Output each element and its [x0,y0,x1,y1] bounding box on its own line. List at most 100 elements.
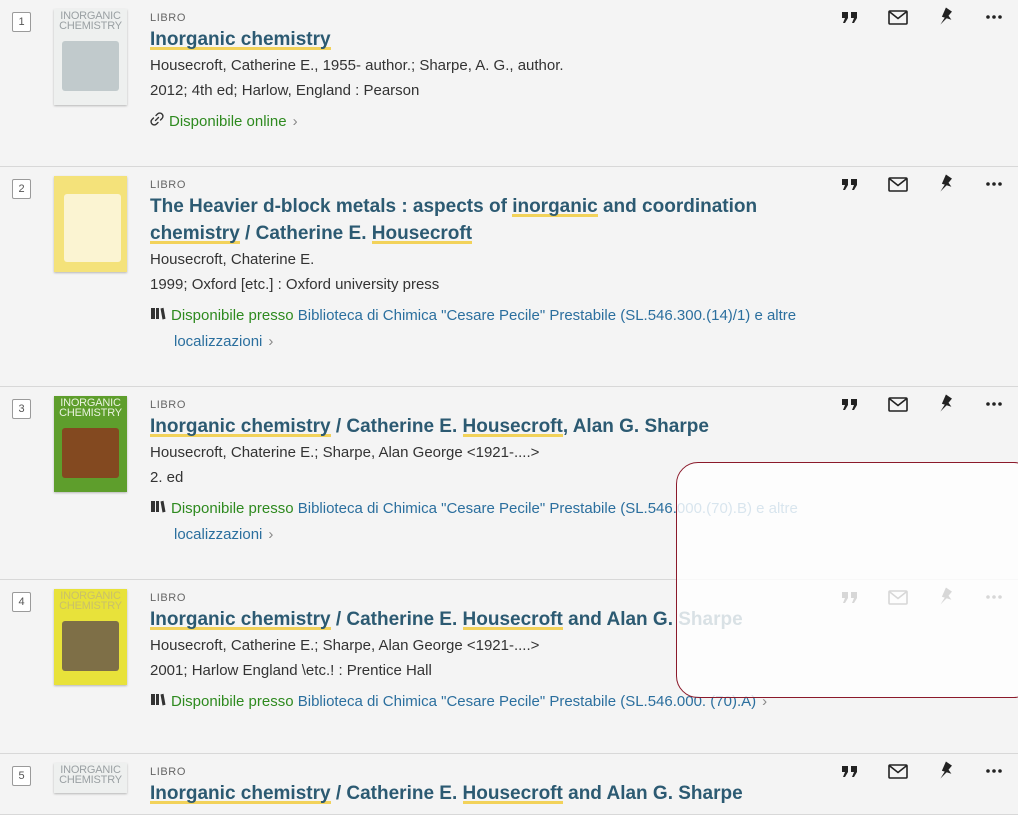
cover-art [62,621,119,671]
author-line: Housecroft, Chaterine E. [150,251,315,268]
cite-button[interactable] [838,759,862,783]
title-text: The Heavier d-block metals : aspects of [150,196,513,217]
result-row: 5 INORGANIC CHEMISTRY LIBRO Inorganic chemi… [0,754,1018,815]
availability-status: Disponibile online [169,113,287,130]
email-button[interactable] [886,5,910,29]
library-location: Biblioteca di Chimica "Cesare Pecile" Pr… [297,307,797,324]
link-icon [150,109,164,135]
result-number: 1 [12,12,31,32]
result-actions [818,5,1018,29]
quote-icon [841,177,859,191]
email-button[interactable] [886,392,910,416]
result-title-link[interactable]: Inorganic chemistry / Catherine E. House… [150,413,908,440]
more-dots-icon [985,768,1003,774]
book-cover-thumbnail[interactable]: INORGANIC CHEMISTRY [54,763,127,793]
title-text: / Catherine E. [330,609,463,630]
more-button[interactable] [982,392,1006,416]
result-row: 2 LIBRO The Heavier d-block metals : aspec… [0,167,1018,387]
title-text: and coordination [597,196,758,217]
email-button[interactable] [886,759,910,783]
result-title-link[interactable]: The Heavier d-block metals : aspects of … [150,193,908,247]
title-text: / Catherine E. [239,223,372,244]
publication-line: 1999; Oxford [etc.] : Oxford university … [150,276,440,293]
more-button[interactable] [982,759,1006,783]
book-cover-thumbnail[interactable]: INORGANIC CHEMISTRY [54,396,127,492]
highlighted-term: Inorganic chemistry [150,416,331,437]
cover-title-text: INORGANIC CHEMISTRY [59,397,122,419]
result-content: LIBRO The Heavier d-block metals : aspect… [150,178,908,355]
book-cover-thumbnail[interactable]: INORGANIC CHEMISTRY [54,9,127,105]
pin-icon [937,761,955,781]
cover-art [62,428,119,478]
book-icon [150,303,166,329]
more-button[interactable] [982,5,1006,29]
result-number: 5 [12,766,31,786]
pin-button[interactable] [934,172,958,196]
more-dots-icon [985,181,1003,187]
pin-icon [937,394,955,414]
availability-line[interactable]: Disponibile online › [150,109,908,135]
more-dots-icon [985,14,1003,20]
highlighted-term: Housecroft [462,416,563,437]
chevron-right-icon: › [268,526,274,544]
overlay-panel [676,462,1018,698]
more-button[interactable] [982,172,1006,196]
result-content: LIBRO Inorganic chemistry Housecroft, Cath… [150,11,908,135]
quote-icon [841,10,859,24]
resource-type: LIBRO [150,179,187,191]
cover-title-text: INORGANIC CHEMISTRY [59,10,122,32]
cover-title-text: INORGANIC CHEMISTRY [59,764,122,786]
result-content: LIBRO Inorganic chemistry / Catherine E. … [150,765,908,807]
highlighted-term: inorganic [512,196,598,217]
availability-status: Disponibile presso [171,500,294,517]
author-line: Housecroft, Catherine E., 1955- author.;… [150,57,564,74]
pin-icon [937,7,955,27]
result-actions [818,759,1018,783]
pin-icon [937,174,955,194]
title-text: / Catherine E. [330,783,463,804]
pin-button[interactable] [934,392,958,416]
quote-icon [841,397,859,411]
book-icon [150,496,166,522]
highlighted-term: chemistry [150,223,240,244]
quote-icon [841,764,859,778]
pin-button[interactable] [934,759,958,783]
chevron-right-icon: › [292,113,298,130]
title-text: / Catherine E. [330,416,463,437]
availability-status: Disponibile presso [171,693,294,710]
result-title-link[interactable]: Inorganic chemistry [150,26,908,53]
availability-line[interactable]: Disponibile presso Biblioteca di Chimica… [150,303,908,355]
result-number: 4 [12,592,31,612]
resource-type: LIBRO [150,399,187,411]
highlighted-term: Housecroft [371,223,473,244]
resource-type: LIBRO [150,12,187,24]
envelope-icon [888,176,908,192]
book-icon [150,689,166,715]
highlighted-term: Inorganic chemistry [150,783,331,804]
cover-title-text: INORGANIC CHEMISTRY [59,590,122,612]
cite-button[interactable] [838,392,862,416]
availability-status: Disponibile presso [171,307,294,324]
publication-line: 2012; 4th ed; Harlow, England : Pearson [150,82,420,99]
pin-button[interactable] [934,5,958,29]
result-actions [818,392,1018,416]
cite-button[interactable] [838,172,862,196]
cover-art [62,41,119,91]
envelope-icon [888,396,908,412]
highlighted-term: Inorganic chemistry [150,609,331,630]
result-actions [818,172,1018,196]
email-button[interactable] [886,172,910,196]
more-locations-link[interactable]: localizzazioni [174,333,262,350]
title-text: and Alan G. Sharpe [562,783,743,804]
book-cover-thumbnail[interactable] [54,176,127,272]
envelope-icon [888,763,908,779]
chevron-right-icon: › [268,333,274,351]
cite-button[interactable] [838,5,862,29]
book-cover-thumbnail[interactable]: INORGANIC CHEMISTRY [54,589,127,685]
title-text: , Alan G. Sharpe [562,416,709,437]
result-title-link[interactable]: Inorganic chemistry / Catherine E. House… [150,780,908,807]
cover-art [64,194,121,262]
more-dots-icon [985,401,1003,407]
result-number: 3 [12,399,31,419]
more-locations-link[interactable]: localizzazioni [174,526,262,543]
